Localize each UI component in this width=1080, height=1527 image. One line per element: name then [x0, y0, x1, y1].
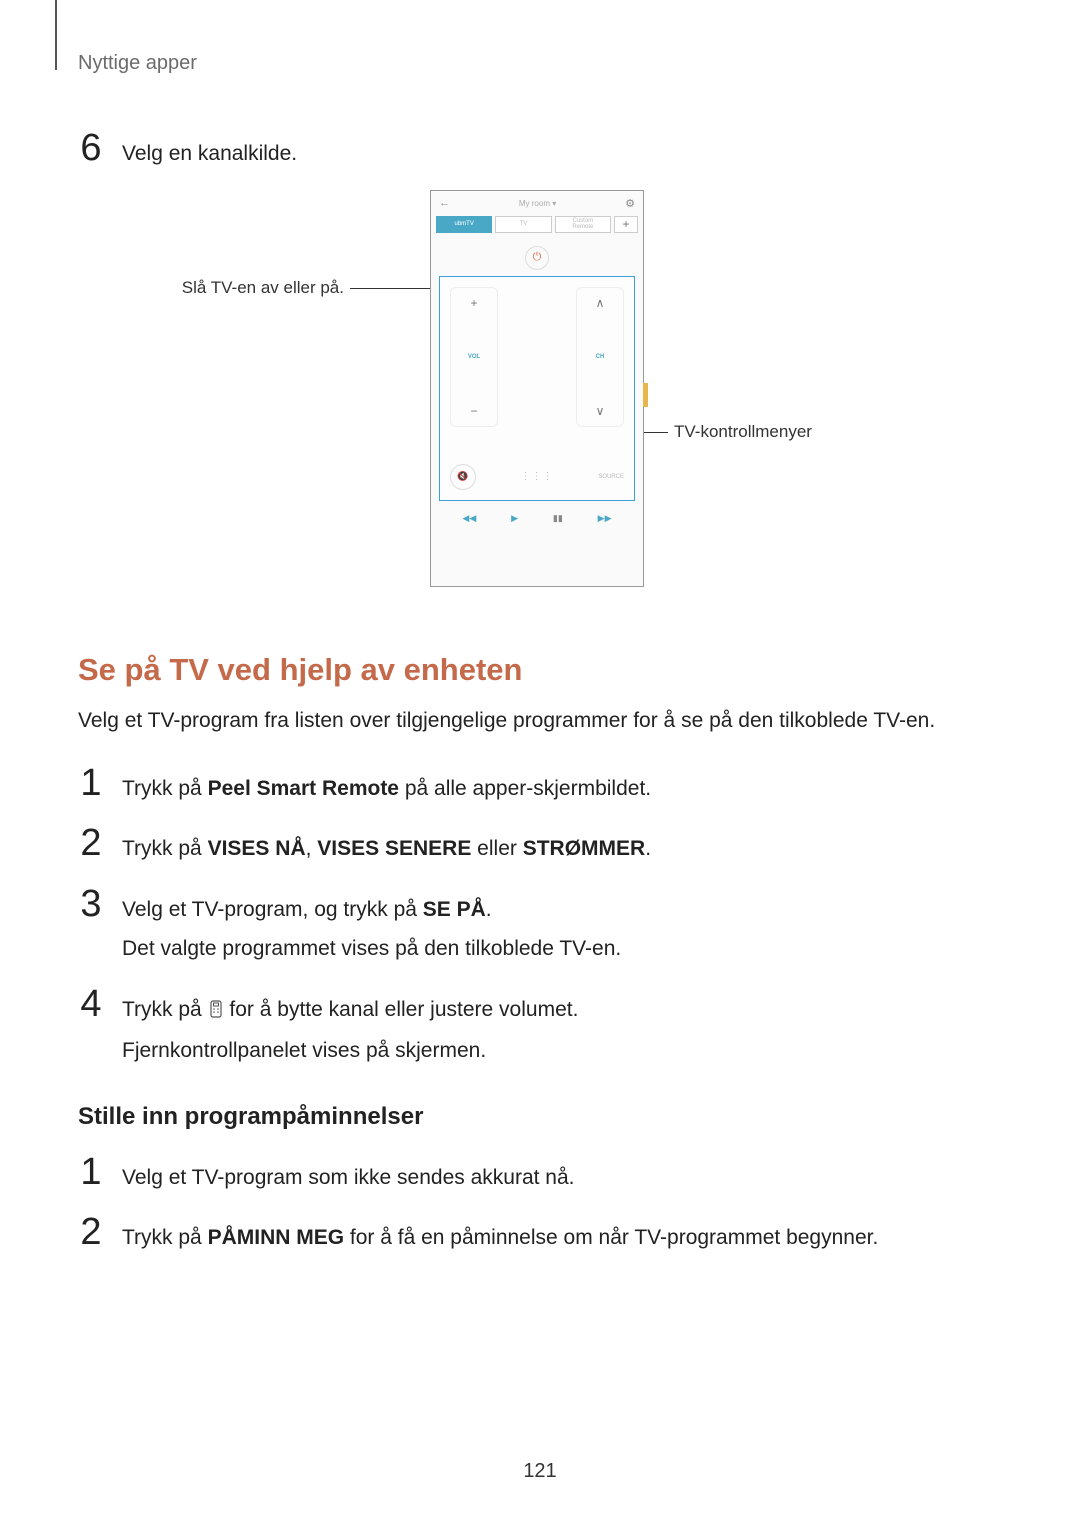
t-bold: VISES NÅ — [208, 837, 306, 860]
t: eller — [471, 837, 522, 860]
t: for å få en påminnelse om når TV-program… — [344, 1226, 878, 1249]
t-bold: SE PÅ — [423, 898, 486, 921]
t-bold: STRØMMER — [523, 837, 646, 860]
page: Nyttige apper 6 Velg en kanalkilde. Slå … — [0, 0, 1080, 1527]
side-tab — [643, 383, 648, 407]
step-number: 2 — [78, 824, 104, 862]
step-number: 4 — [78, 985, 104, 1023]
callout-line-right-h — [644, 432, 668, 433]
t: Trykk på — [122, 998, 208, 1021]
step-text: Velg et TV-program som ikke sendes akkur… — [122, 1162, 1002, 1194]
reminder-step-2: 2 Trykk på PÅMINN MEG for å få en påminn… — [78, 1213, 1002, 1254]
subsection-heading: Stille inn programpåminnelser — [78, 1103, 1002, 1131]
mute-icon: 🔇 — [450, 464, 476, 490]
step-number: 1 — [78, 1153, 104, 1191]
vol-plus-icon: + — [470, 296, 477, 310]
play-icon: ▶ — [511, 513, 518, 524]
header-rule — [55, 0, 57, 70]
callout-line-left — [350, 288, 440, 289]
t-bold: VISES SENERE — [317, 837, 471, 860]
figure: Slå TV-en av eller på. TV-kontrollmenyer… — [78, 190, 1002, 610]
tab-plus: + — [614, 216, 638, 233]
tab-1: ubmTV — [436, 216, 492, 233]
step-number: 6 — [78, 129, 104, 167]
vol-ch-row: + VOL − ∧ CH ∨ — [450, 287, 624, 427]
step-number: 3 — [78, 885, 104, 923]
pause-icon: ▮▮ — [553, 513, 563, 524]
step-number: 1 — [78, 764, 104, 802]
callout-menus-label: TV-kontrollmenyer — [674, 422, 812, 442]
power-icon: ⏻ — [525, 246, 549, 270]
step-text: Trykk på Peel Smart Remote på alle apper… — [122, 773, 1002, 805]
step-text: Trykk på PÅMINN MEG for å få en påminnel… — [122, 1222, 1002, 1254]
control-panel: + VOL − ∧ CH ∨ 🔇 ⋮⋮⋮ SOURCE — [439, 276, 635, 501]
t: Velg et TV-program, og trykk på — [122, 898, 423, 921]
t: Trykk på — [122, 837, 208, 860]
tab-3: Custom Remote — [555, 216, 611, 233]
ch-down-icon: ∨ — [596, 404, 605, 418]
step-text: Trykk på VISES NÅ, VISES SENERE eller ST… — [122, 833, 1002, 865]
page-number: 121 — [0, 1460, 1080, 1483]
phone-topbar: ← My room ▾ ⚙ — [431, 191, 643, 216]
step-4: 4 Trykk på for å bytte kanal eller juste… — [78, 985, 1002, 1067]
step-text: Trykk på for å bytte kanal eller justere… — [122, 994, 1002, 1067]
t-sub: Det valgte programmet vises på den tilko… — [122, 933, 1002, 965]
t: . — [645, 837, 651, 860]
vol-label: VOL — [468, 354, 480, 360]
source-label: SOURCE — [598, 474, 624, 480]
phone-screenshot: ← My room ▾ ⚙ ubmTV TV Custom Remote + ⏻… — [430, 190, 644, 587]
step-3: 3 Velg et TV-program, og trykk på SE PÅ.… — [78, 885, 1002, 965]
bottom-row: 🔇 ⋮⋮⋮ SOURCE — [450, 464, 624, 490]
t: for å bytte kanal eller justere volumet. — [224, 998, 579, 1021]
t: Trykk på — [122, 1226, 208, 1249]
t: på alle apper-skjermbildet. — [399, 777, 651, 800]
ch-up-icon: ∧ — [596, 296, 605, 310]
remote-inline-icon — [208, 996, 224, 1028]
vol-col: + VOL − — [450, 287, 498, 427]
t: , — [306, 837, 318, 860]
t-bold: PÅMINN MEG — [208, 1226, 345, 1249]
step-2: 2 Trykk på VISES NÅ, VISES SENERE eller … — [78, 824, 1002, 865]
rewind-icon: ◀◀ — [462, 513, 476, 524]
forward-icon: ▶▶ — [598, 513, 612, 524]
t: Trykk på — [122, 777, 208, 800]
step-6: 6 Velg en kanalkilde. — [78, 129, 1002, 170]
vol-minus-icon: − — [470, 404, 477, 418]
tab-3-line2: Remote — [572, 224, 593, 230]
intro-paragraph: Velg et TV-program fra listen over tilgj… — [78, 706, 1002, 736]
t-sub: Fjernkontrollpanelet vises på skjermen. — [122, 1035, 1002, 1067]
step-text: Velg en kanalkilde. — [122, 138, 1002, 170]
tab-2: TV — [495, 216, 551, 233]
callout-power-label: Slå TV-en av eller på. — [174, 278, 344, 298]
t: . — [486, 898, 492, 921]
breadcrumb: Nyttige apper — [78, 52, 1002, 75]
room-label: My room ▾ — [519, 199, 556, 208]
step-1: 1 Trykk på Peel Smart Remote på alle app… — [78, 764, 1002, 805]
ch-label: CH — [596, 354, 605, 360]
t-bold: Peel Smart Remote — [208, 777, 399, 800]
step-number: 2 — [78, 1213, 104, 1251]
section-heading: Se på TV ved hjelp av enheten — [78, 652, 1002, 688]
back-arrow-icon: ← — [439, 197, 450, 209]
playback-row: ◀◀ ▶ ▮▮ ▶▶ — [431, 507, 643, 524]
gear-icon: ⚙ — [625, 197, 635, 210]
phone-tabs: ubmTV TV Custom Remote + — [431, 216, 643, 238]
reminder-step-1: 1 Velg et TV-program som ikke sendes akk… — [78, 1153, 1002, 1194]
ch-col: ∧ CH ∨ — [576, 287, 624, 427]
step-text: Velg et TV-program, og trykk på SE PÅ. D… — [122, 894, 1002, 965]
room-text: My room — [519, 199, 550, 208]
keypad-dots-icon: ⋮⋮⋮ — [524, 464, 550, 490]
